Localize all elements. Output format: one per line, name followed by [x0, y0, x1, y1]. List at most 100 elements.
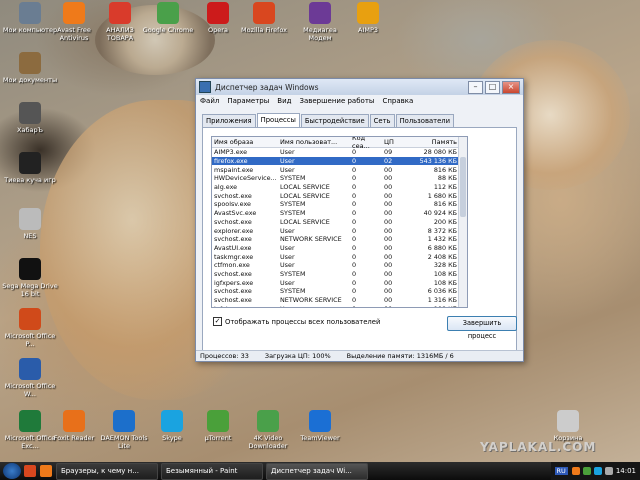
desktop-icon[interactable]: Microsoft Office W... — [2, 358, 58, 398]
maximize-button[interactable]: □ — [485, 80, 500, 94]
table-row[interactable]: alg.exe LOCAL SERVICE 0 00 112 КБ — [212, 183, 467, 192]
desktop-icon[interactable]: ХабарЪ — [2, 102, 58, 134]
table-row[interactable]: svchost.exe SYSTEM 0 00 6 036 КБ — [212, 287, 467, 296]
menu-view[interactable]: Вид — [277, 97, 291, 105]
memory-cell: 6 036 КБ — [427, 287, 457, 296]
close-button[interactable]: × — [502, 80, 520, 94]
desktop-icon[interactable]: Мои документы — [2, 52, 58, 84]
desktop-icon[interactable]: Google Chrome — [140, 2, 196, 34]
task-manager-window[interactable]: Диспетчер задач Windows – □ × Файл Парам… — [195, 78, 524, 362]
4k-icon — [257, 410, 279, 432]
menu-help[interactable]: Справка — [382, 97, 413, 105]
table-row[interactable]: HWDeviceService... SYSTEM 0 00 88 КБ — [212, 174, 467, 183]
show-all-processes-option[interactable]: ✓ Отображать процессы всех пользователей — [213, 317, 380, 326]
tray-skype-icon[interactable] — [593, 467, 602, 475]
tray-avast-icon[interactable] — [571, 467, 580, 475]
image-name-cell: alg.exe — [214, 183, 238, 192]
table-row[interactable]: AvastUI.exe User 0 00 6 880 КБ — [212, 244, 467, 253]
tab-performance[interactable]: Быстродействие — [300, 114, 369, 128]
taskbar-item-paint[interactable]: Безымянный - Paint — [161, 462, 263, 480]
table-row[interactable]: svchost.exe LOCAL SERVICE 0 00 1 680 КБ — [212, 191, 467, 200]
desktop-icon[interactable]: Тиева куча игр — [2, 152, 58, 184]
desktop-icon[interactable]: Корзина — [540, 410, 596, 442]
tab-users[interactable]: Пользователи — [395, 114, 455, 128]
teamviewer-icon — [309, 410, 331, 432]
session-id-cell: 0 — [352, 235, 357, 244]
image-name-cell: AIMP3.exe — [214, 148, 248, 157]
desktop-icon[interactable]: Sega Mega Drive 16 bit — [2, 258, 58, 298]
image-name-cell: svchost.exe — [214, 287, 252, 296]
firefox-quicklaunch-icon[interactable] — [24, 465, 36, 477]
desktop-icon-label: Foxit Reader — [53, 434, 95, 442]
memory-cell: 328 КБ — [433, 261, 457, 270]
user-name-cell: NETWORK SERVICE — [280, 296, 342, 305]
table-row[interactable]: ctfmon.exe User 0 00 328 КБ — [212, 261, 467, 270]
desktop-icon[interactable]: TeamViewer — [292, 410, 348, 442]
start-button[interactable] — [3, 463, 21, 479]
desktop-icon-label: Google Chrome — [142, 26, 194, 34]
column-memory[interactable]: Память — [402, 138, 461, 146]
menu-file[interactable]: Файл — [200, 97, 219, 105]
user-name-cell: User — [280, 226, 295, 235]
table-row[interactable]: svchost.exe SYSTEM 0 00 108 КБ — [212, 270, 467, 279]
menu-options[interactable]: Параметры — [227, 97, 269, 105]
desktop-icon[interactable]: Microsoft Office P... — [2, 308, 58, 348]
clock[interactable]: 14:01 — [616, 467, 636, 475]
vertical-scrollbar[interactable] — [458, 137, 467, 307]
table-row[interactable]: spoolsv.exe SYSTEM 0 00 816 КБ — [212, 200, 467, 209]
processes-panel: Имя образа Имя пользоват... Код сеа... Ц… — [202, 127, 517, 353]
taskbar-item-browser[interactable]: Браузеры, к чему н... — [56, 462, 158, 480]
tray-utorrent-icon[interactable] — [582, 467, 591, 475]
process-list[interactable]: Имя образа Имя пользоват... Код сеа... Ц… — [211, 136, 468, 308]
column-cpu[interactable]: ЦП — [384, 138, 402, 146]
desktop-icon[interactable]: µTorrent — [190, 410, 246, 442]
tray-volume-icon[interactable] — [604, 467, 613, 475]
computer-icon — [19, 2, 41, 24]
menu-bar: Файл Параметры Вид Завершение работы Спр… — [196, 95, 523, 107]
desktop-icon[interactable]: 4K Video Downloader — [240, 410, 296, 450]
user-name-cell: LOCAL SERVICE — [280, 183, 330, 192]
table-row[interactable]: AIMP3.exe User 0 09 28 080 КБ — [212, 148, 467, 157]
desktop-icon[interactable]: Mozilla Firefox — [236, 2, 292, 34]
table-row[interactable]: igfxtray.exeUser000108 КБ — [212, 304, 467, 307]
daemon-icon — [113, 410, 135, 432]
desktop-icon[interactable]: NES — [2, 208, 58, 240]
user-name-cell: LOCAL SERVICE — [280, 217, 330, 226]
table-row[interactable]: igfxpers.exe User 0 00 108 КБ — [212, 278, 467, 287]
memory-cell: 2 408 КБ — [427, 252, 457, 261]
powerpoint-icon — [19, 308, 41, 330]
avast-quicklaunch-icon[interactable] — [40, 465, 52, 477]
status-cpu: Загрузка ЦП: 100% — [264, 352, 331, 360]
excel-icon — [19, 410, 41, 432]
end-process-button[interactable]: Завершить процесс — [447, 316, 517, 340]
tab-applications[interactable]: Приложения — [202, 114, 256, 128]
tab-processes[interactable]: Процессы — [256, 113, 300, 127]
status-bar: Процессов: 33 Загрузка ЦП: 100% Выделени… — [196, 350, 523, 361]
session-id-cell: 0 — [352, 278, 357, 287]
tab-network[interactable]: Сеть — [369, 114, 395, 128]
table-row[interactable]: mspaint.exe User 0 00 816 КБ — [212, 165, 467, 174]
table-row[interactable]: explorer.exe User 0 00 8 372 КБ — [212, 226, 467, 235]
user-name-cell: User — [280, 252, 295, 261]
image-name-cell: AvastUI.exe — [214, 243, 252, 252]
language-indicator[interactable]: RU — [554, 467, 568, 475]
taskbar-item-task-manager[interactable]: Диспетчер задач Wi... — [266, 462, 368, 480]
table-row[interactable]: firefox.exe User 0 02 543 136 КБ — [212, 156, 467, 166]
session-id-cell: 0 — [352, 252, 357, 261]
table-row[interactable]: svchost.exe LOCAL SERVICE 0 00 200 КБ — [212, 218, 467, 227]
cpu-cell: 00 — [384, 226, 393, 235]
table-row[interactable]: svchost.exe NETWORK SERVICE 0 00 1 432 КБ — [212, 235, 467, 244]
column-user-name[interactable]: Имя пользоват... — [280, 138, 352, 146]
table-row[interactable]: svchost.exe NETWORK SERVICE 0 00 1 316 КБ — [212, 296, 467, 305]
column-image-name[interactable]: Имя образа — [212, 138, 280, 146]
show-all-checkbox[interactable]: ✓ — [213, 317, 222, 326]
cpu-cell: 00 — [384, 191, 393, 200]
title-bar[interactable]: Диспетчер задач Windows – □ × — [196, 79, 523, 95]
menu-shutdown[interactable]: Завершение работы — [299, 97, 374, 105]
scrollbar-thumb[interactable] — [460, 157, 466, 217]
desktop-icon[interactable]: Foxit Reader — [46, 410, 102, 442]
table-row[interactable]: AvastSvc.exe SYSTEM 0 00 40 924 КБ — [212, 209, 467, 218]
desktop-icon[interactable]: AIMP3 — [340, 2, 396, 34]
table-row[interactable]: taskmgr.exe User 0 00 2 408 КБ — [212, 252, 467, 261]
minimize-button[interactable]: – — [468, 80, 483, 94]
